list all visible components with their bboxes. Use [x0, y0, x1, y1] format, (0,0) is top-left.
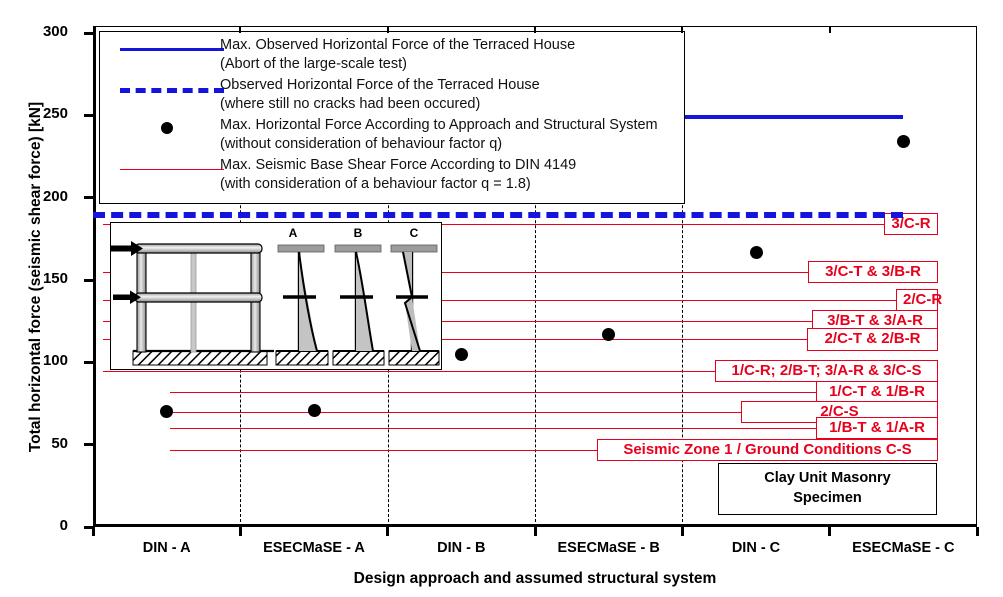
reference-line	[170, 449, 597, 451]
y-axis-tick-label-text: 300	[42, 23, 68, 40]
legend-line-1: Max. Seismic Base Shear Force According …	[220, 157, 577, 173]
data-point-marker	[307, 403, 321, 417]
callout-label: 1/B-T & 1/A-R	[816, 417, 938, 440]
x-axis-tick-top	[681, 26, 684, 33]
x-axis-tick	[828, 527, 832, 536]
x-axis-label-din-a: DIN - A	[142, 540, 191, 556]
y-axis-tick-label: 0	[28, 518, 76, 533]
black-dot-marker-icon	[114, 119, 224, 139]
legend-line-1: Max. Observed Horizontal Force of the Te…	[220, 37, 576, 53]
legend-line-1: Max. Horizontal Force According to Appro…	[220, 117, 658, 133]
legend-entry-max-observed: Max. Observed Horizontal Force of the Te…	[100, 36, 684, 79]
x-axis-label-din-c: DIN - C	[731, 540, 781, 556]
blue-solid-line-icon	[114, 39, 224, 59]
data-point-marker	[602, 327, 616, 341]
callout-label: 1/C-R; 2/B-T; 3/A-R & 3/C-S	[715, 359, 938, 382]
legend-entry-text: Max. Observed Horizontal Force of the Te…	[220, 36, 575, 74]
x-axis-tick	[91, 527, 95, 536]
legend-entry-text: Max. Horizontal Force According to Appro…	[220, 116, 658, 154]
data-point-marker	[896, 135, 910, 149]
inset-system-c: C	[388, 226, 440, 366]
inset-frame-elevation	[111, 241, 274, 366]
x-axis-tick-top	[386, 26, 389, 33]
blue-dashed-line-icon	[114, 79, 224, 99]
x-axis-label-din-b: DIN - B	[437, 540, 486, 556]
inset-system-b: B	[332, 226, 385, 366]
inset-system-a: A	[275, 226, 329, 366]
y-axis-tick-label-text: 250	[42, 105, 68, 123]
svg-text:A: A	[289, 226, 298, 240]
x-axis-tick	[533, 527, 537, 536]
x-axis-title: Design approach and assumed structural s…	[353, 570, 717, 587]
legend-entry-observed: Observed Horizontal Force of the Terrace…	[100, 76, 684, 119]
y-axis-tick-label: 50	[28, 436, 76, 451]
legend-entry-seismic-base-shear: Max. Seismic Base Shear Force According …	[100, 156, 684, 199]
legend-line-2: (where still no cracks had been occured)	[220, 96, 481, 113]
x-axis-tick	[386, 527, 390, 536]
legend-entry-max-horizontal: Max. Horizontal Force According to Appro…	[100, 116, 684, 159]
specimen-line-2: Specimen	[793, 490, 862, 506]
y-axis-tick-label-text: 0	[59, 517, 68, 534]
specimen-annotation-box: Clay Unit Masonry Specimen	[718, 463, 937, 515]
data-point-marker	[454, 347, 468, 361]
callout-label: 2/C-R	[896, 288, 942, 311]
x-axis-tick-top	[239, 26, 242, 33]
y-axis-tick-label: 150	[28, 271, 76, 286]
reference-line	[170, 428, 816, 430]
y-axis-tick-label-text: 150	[42, 270, 68, 287]
observed-force-dashed-line	[93, 212, 903, 219]
x-axis-tick-top	[828, 26, 831, 33]
structural-system-inset: A B C	[110, 222, 442, 370]
specimen-line-1: Clay Unit Masonry	[764, 470, 891, 487]
y-axis-tick-label-text: 200	[42, 187, 68, 205]
legend-line-2: (Abort of the large-scale test)	[220, 56, 407, 73]
y-axis-tick-label-text: 50	[51, 434, 68, 452]
y-axis-tick-label: 100	[28, 353, 76, 368]
y-axis-tick-label: 300	[28, 24, 76, 39]
legend-line-2: (with consideration of a behaviour facto…	[220, 176, 531, 193]
callout-label: 2/C-T & 2/B-R	[807, 328, 938, 351]
y-axis-tick-label: 200	[28, 189, 76, 204]
inset-diagram-svg: A B C	[111, 226, 440, 366]
reference-line	[170, 391, 816, 393]
x-axis-tick	[680, 527, 684, 536]
legend-entry-text: Max. Seismic Base Shear Force According …	[220, 156, 576, 194]
x-axis-tick	[238, 527, 242, 536]
x-axis-label-esecmase-a: ESECMaSE - A	[263, 540, 365, 556]
callout-label: Seismic Zone 1 / Ground Conditions C-S	[597, 438, 938, 461]
x-axis-label-esecmase-c: ESECMaSE - C	[852, 540, 955, 556]
legend-line-1: Observed Horizontal Force of the Terrace…	[220, 77, 540, 93]
x-axis-tick	[975, 527, 979, 536]
max-observed-force-solid-line	[685, 115, 903, 120]
svg-text:C: C	[410, 226, 419, 240]
y-axis-tick-label: 250	[28, 106, 76, 121]
x-axis-tick-top	[534, 26, 536, 33]
y-axis-tick-label-text: 100	[42, 352, 68, 370]
callout-label: 3/C-T & 3/B-R	[808, 260, 938, 284]
legend-line-2: (without consideration of behaviour fact…	[220, 136, 503, 153]
svg-text:B: B	[354, 226, 363, 240]
chart-figure: Total horizontal force (seismic shear fo…	[0, 0, 1003, 597]
x-axis-label-esecmase-b: ESECMaSE - B	[557, 540, 660, 556]
red-thin-line-icon	[114, 159, 224, 179]
data-point-marker	[749, 245, 763, 259]
chart-legend: Max. Observed Horizontal Force of the Te…	[99, 31, 685, 204]
legend-entry-text: Observed Horizontal Force of the Terrace…	[220, 76, 540, 114]
